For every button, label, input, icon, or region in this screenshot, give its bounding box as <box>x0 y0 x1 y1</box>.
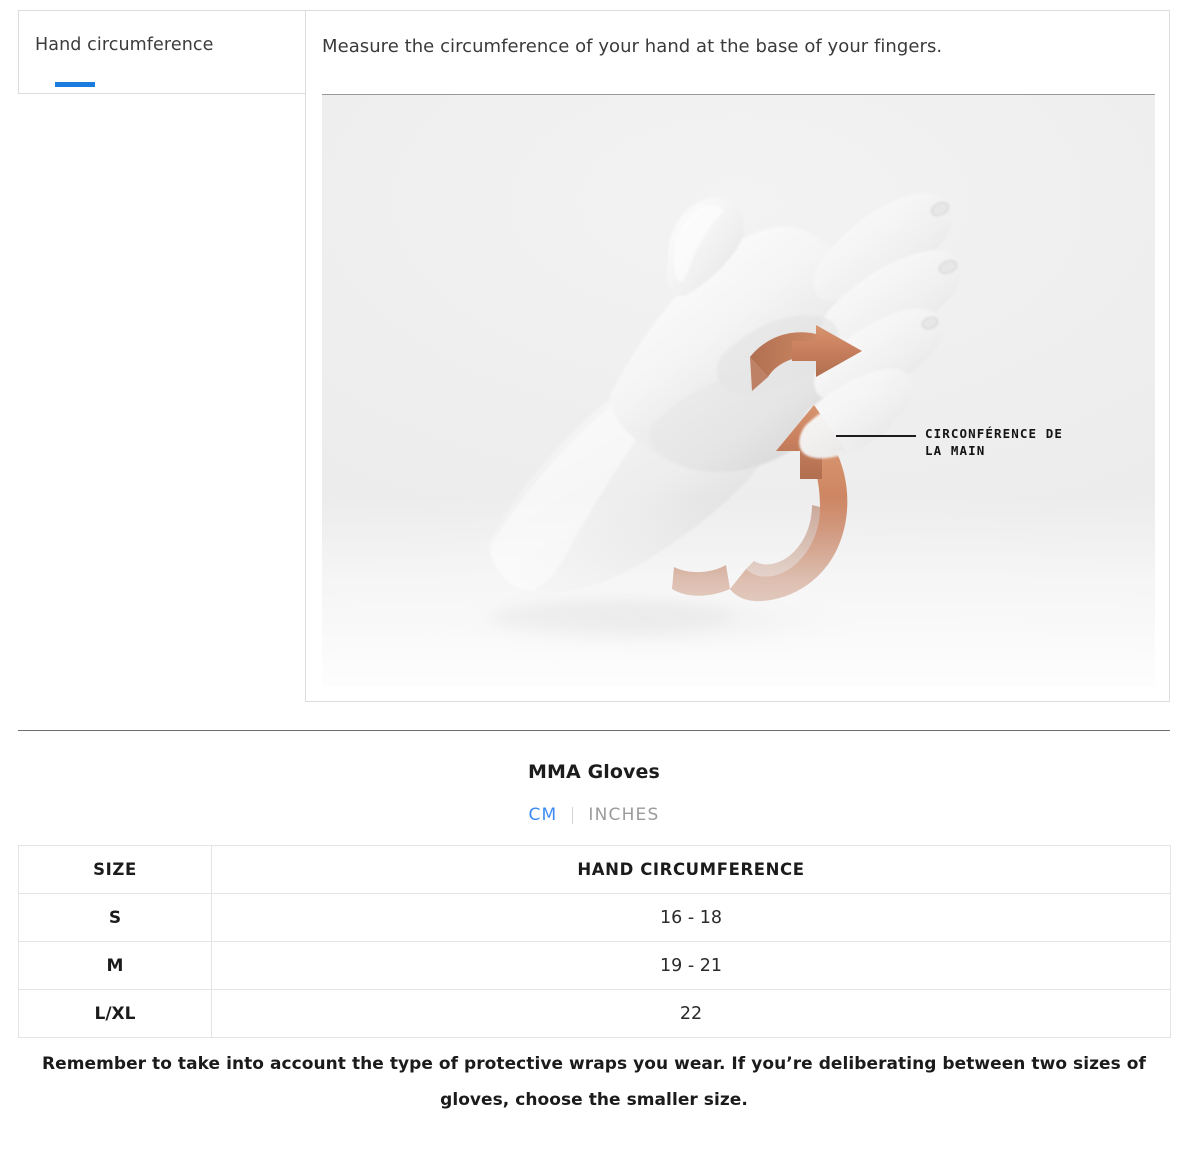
section-separator <box>18 730 1170 731</box>
cell-value: 22 <box>211 989 1171 1038</box>
cell-size: M <box>18 941 212 990</box>
cell-size: L/XL <box>18 989 212 1038</box>
tab-hand-circumference-label: Hand circumference <box>35 35 214 55</box>
table-header-row: SIZE HAND CIRCUMFERENCE <box>18 845 1171 894</box>
unit-separator: | <box>569 805 577 825</box>
callout-leader-line <box>836 435 916 437</box>
table-row: S 16 - 18 <box>18 893 1171 942</box>
measurement-guide-section: Hand circumference Measure the circumfer… <box>0 0 1188 703</box>
size-chart-title: MMA Gloves <box>528 761 660 783</box>
column-header-hand-circumference: HAND CIRCUMFERENCE <box>211 845 1171 894</box>
size-chart-footnote: Remember to take into account the type o… <box>42 1054 1146 1110</box>
cell-value: 19 - 21 <box>211 941 1171 990</box>
hand-circumference-illustration: CIRCONFÉRENCE DE LA MAIN <box>322 94 1155 686</box>
tab-hand-circumference[interactable]: Hand circumference <box>19 11 306 95</box>
tab-rail-bottom-divider <box>18 93 305 94</box>
cell-value: 16 - 18 <box>211 893 1171 942</box>
cell-size: S <box>18 893 212 942</box>
size-chart-table: SIZE HAND CIRCUMFERENCE S 16 - 18 M 19 -… <box>18 845 1171 1038</box>
tab-active-underline <box>55 82 95 87</box>
table-row: L/XL 22 <box>18 989 1171 1038</box>
unit-toggle: CM | INCHES <box>0 805 1188 825</box>
measurement-description: Measure the circumference of your hand a… <box>322 36 943 57</box>
hand-drawing <box>437 193 961 657</box>
column-header-size: SIZE <box>18 845 212 894</box>
table-row: M 19 - 21 <box>18 941 1171 990</box>
tab-rail: Hand circumference <box>18 10 306 95</box>
unit-option-cm[interactable]: CM <box>528 805 557 825</box>
callout-label: CIRCONFÉRENCE DE LA MAIN <box>925 426 1064 458</box>
unit-option-inches[interactable]: INCHES <box>588 805 659 825</box>
